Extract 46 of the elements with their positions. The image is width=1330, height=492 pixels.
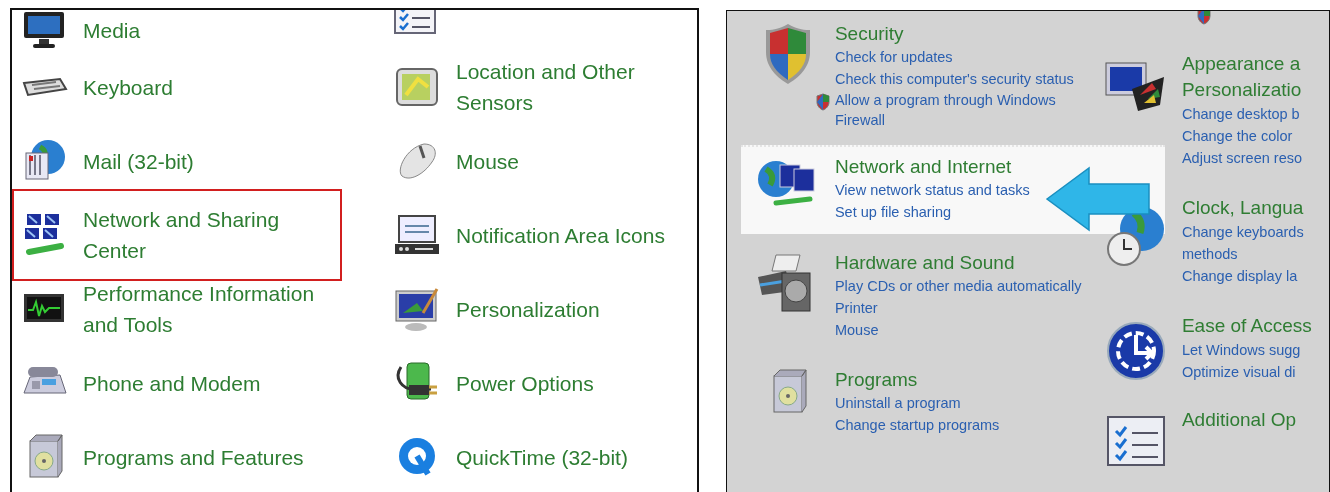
- task-link[interactable]: Play CDs or other media automatically: [834, 275, 1082, 297]
- checklist-icon: [1105, 415, 1166, 467]
- task-link[interactable]: Check this computer's security status: [834, 68, 1074, 90]
- task-link[interactable]: Set up file sharing: [834, 201, 1030, 223]
- task-link[interactable]: Allow a program through Windows Firewall: [834, 90, 1065, 130]
- control-panel-link[interactable]: Notification Area Icons: [385, 198, 685, 272]
- control-panel-link[interactable]: Location and Other Sensors: [385, 50, 685, 124]
- control-panel-link[interactable]: Keyboard: [12, 50, 342, 124]
- task-link[interactable]: Check for updates: [834, 46, 1074, 68]
- shield-icon: [1195, 11, 1212, 25]
- category-title[interactable]: Hardware and Sound: [834, 251, 1082, 275]
- control-panel-link[interactable]: Power Options: [385, 346, 685, 420]
- task-link[interactable]: Change the color: [1181, 125, 1303, 147]
- shield-icon: [814, 93, 831, 111]
- task-link[interactable]: Change display la: [1181, 265, 1304, 287]
- task-link[interactable]: Uninstall a program: [834, 392, 1000, 414]
- category-title[interactable]: Security: [834, 22, 1074, 46]
- category-title[interactable]: Clock, Langua: [1181, 195, 1304, 221]
- keyboard-icon: [20, 75, 68, 99]
- control-panel-link[interactable]: Network and Sharing Center: [12, 189, 342, 281]
- category-title[interactable]: Appearance a: [1181, 51, 1303, 77]
- control-panel-link[interactable]: QuickTime (32-bit): [385, 420, 685, 492]
- category-title[interactable]: Personalizatio: [1181, 77, 1303, 103]
- ease-of-access-icon: [1105, 321, 1166, 381]
- category-title[interactable]: Programs: [834, 368, 1000, 392]
- control-panel-link[interactable]: Personalization: [385, 272, 685, 346]
- category-title[interactable]: Additional Op: [1181, 407, 1296, 433]
- task-link[interactable]: Let Windows sugg: [1181, 339, 1312, 361]
- category-title[interactable]: Ease of Access: [1181, 313, 1312, 339]
- gps-device-icon: [394, 65, 440, 109]
- task-link[interactable]: Change startup programs: [834, 414, 1000, 436]
- task-link[interactable]: Change desktop b: [1181, 103, 1303, 125]
- task-link[interactable]: methods: [1181, 243, 1304, 265]
- task-link[interactable]: Printer: [834, 297, 1082, 319]
- task-link[interactable]: Adjust screen reso: [1181, 147, 1303, 169]
- control-panel-link[interactable]: Programs and Features: [12, 420, 342, 492]
- category-title[interactable]: Network and Internet: [834, 155, 1030, 179]
- task-link[interactable]: View network status and tasks: [834, 179, 1030, 201]
- notification-area-icon: [393, 214, 441, 256]
- control-panel-link[interactable]: Media: [12, 10, 342, 50]
- monitor-icon: [21, 10, 67, 50]
- control-panel-link[interactable]: Mouse: [385, 124, 685, 198]
- task-link[interactable]: Optimize visual di: [1181, 361, 1312, 383]
- task-link[interactable]: Change keyboards: [1181, 221, 1304, 243]
- control-panel-link[interactable]: Phone and Modem: [12, 346, 342, 420]
- task-link[interactable]: Mouse: [834, 319, 1082, 341]
